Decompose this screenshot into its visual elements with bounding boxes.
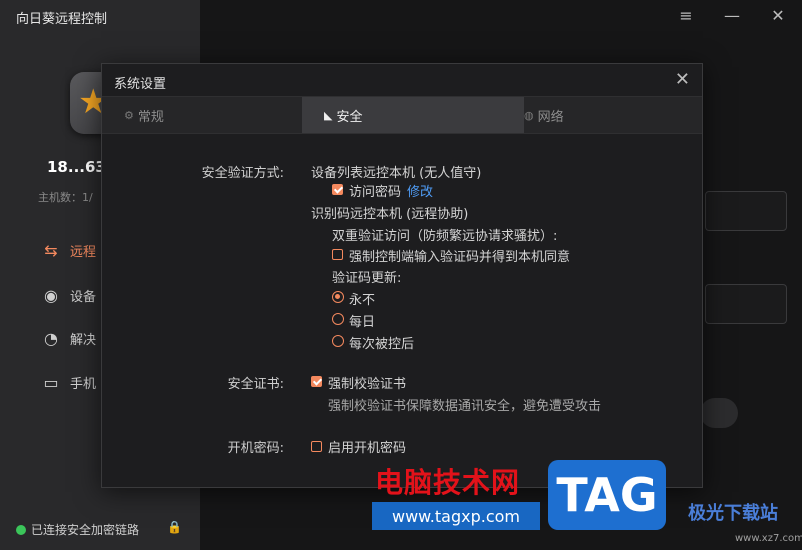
- access-password-option: 访问密码 修改: [349, 181, 433, 200]
- radio-label: 每次被控后: [349, 337, 415, 352]
- force-certificate-checkbox[interactable]: [311, 376, 322, 387]
- minimize-icon[interactable]: —: [721, 6, 743, 25]
- remote-arrows-icon: ⇆: [44, 240, 58, 260]
- certificate-label: 安全证书:: [227, 377, 284, 392]
- host-count: 主机数：1/: [38, 191, 93, 204]
- access-password-checkbox[interactable]: [332, 184, 343, 195]
- security-method-label: 安全验证方式:: [201, 166, 284, 181]
- boot-password-checkbox[interactable]: [311, 441, 322, 452]
- site-url: www.xz7.com: [735, 533, 802, 544]
- dialog-title: 系统设置: [114, 77, 167, 92]
- status-text: 已连接安全加密链路: [31, 523, 140, 537]
- sidebar-item-label: 远程: [70, 244, 97, 260]
- solution-icon: ◔: [44, 328, 58, 348]
- watermark-text: 电脑技术网: [375, 466, 521, 499]
- code-update-never-radio[interactable]: [332, 291, 344, 303]
- radio-label: 每日: [349, 315, 376, 330]
- force-certificate-label: 强制校验证书: [328, 377, 407, 392]
- id-code-heading: 识别码远控本机 (远程协助): [311, 207, 469, 222]
- device-list-heading: 设备列表远控本机 (无人值守): [311, 166, 482, 181]
- network-icon: ◍: [524, 108, 534, 122]
- sidebar-item-remote[interactable]: ⇆ 远程: [40, 238, 96, 262]
- sidebar-item-label: 解决: [70, 332, 97, 348]
- status-dot-icon: [16, 524, 26, 535]
- menu-icon[interactable]: ≡: [675, 6, 697, 25]
- code-update-heading: 验证码更新:: [332, 271, 402, 286]
- radio-label: 永不: [349, 293, 376, 308]
- watermark-url: www.tagxp.com: [372, 502, 540, 530]
- main-action-button[interactable]: [700, 398, 738, 428]
- screen-cast-icon: ▭: [43, 372, 59, 392]
- device-list-icon: ◉: [44, 285, 58, 305]
- tab-label: 常规: [137, 109, 164, 125]
- certificate-description: 强制校验证书保障数据通讯安全，避免遭受攻击: [328, 399, 602, 414]
- app-window: 向日葵远程控制 ★ 18...63 主机数：1/ ⇆ 远程 ◉ 设备 ◔ 解决 …: [0, 0, 802, 550]
- code-update-each-control-radio[interactable]: [332, 335, 344, 347]
- tab-network[interactable]: ◍ 网络: [502, 97, 702, 133]
- sidebar-item-phone[interactable]: ▭ 手机: [40, 370, 96, 394]
- force-verify-checkbox[interactable]: [332, 249, 343, 260]
- tab-label: 网络: [537, 109, 564, 125]
- settings-dialog: 系统设置 ✕ ⚙ 常规 ◣ 安全 ◍ 网络 安全验证方式: 设备列表远控本机 (…: [101, 63, 703, 488]
- settings-tabs: ⚙ 常规 ◣ 安全 ◍ 网络: [102, 96, 702, 134]
- security-icon: ◣: [324, 108, 333, 122]
- gear-icon: ⚙: [124, 108, 134, 122]
- sidebar-item-label: 设备: [70, 289, 97, 305]
- sidebar-item-solutions[interactable]: ◔ 解决: [40, 326, 96, 350]
- sidebar-item-label: 手机: [70, 376, 97, 392]
- app-title: 向日葵远程控制: [16, 12, 108, 27]
- double-verify-heading: 双重验证访问（防频繁远协请求骚扰）:: [332, 229, 558, 244]
- site-logo: 极光下载站: [688, 503, 778, 524]
- boot-password-option-label: 启用开机密码: [328, 441, 407, 456]
- watermark-tag-logo: TAG: [548, 460, 666, 530]
- modify-password-link[interactable]: 修改: [407, 185, 433, 200]
- force-verify-label: 强制控制端输入验证码并得到本机同意: [349, 250, 571, 265]
- tab-label: 安全: [336, 109, 363, 125]
- code-update-daily-radio[interactable]: [332, 313, 344, 325]
- connection-status: 已连接安全加密链路: [16, 521, 139, 538]
- tab-security[interactable]: ◣ 安全: [302, 97, 524, 133]
- main-input-field[interactable]: [705, 284, 787, 324]
- watermark: 电脑技术网 www.tagxp.com TAG: [372, 456, 672, 536]
- boot-password-label: 开机密码:: [227, 441, 284, 456]
- access-password-label: 访问密码: [349, 185, 402, 200]
- close-icon[interactable]: ✕: [767, 6, 789, 25]
- tab-general[interactable]: ⚙ 常规: [102, 97, 324, 133]
- lock-icon[interactable]: 🔒: [167, 520, 182, 534]
- sidebar-item-devices[interactable]: ◉ 设备: [40, 283, 96, 307]
- dialog-close-icon[interactable]: ✕: [675, 69, 690, 90]
- main-input-field[interactable]: [705, 191, 787, 231]
- device-id: 18...63: [47, 158, 106, 176]
